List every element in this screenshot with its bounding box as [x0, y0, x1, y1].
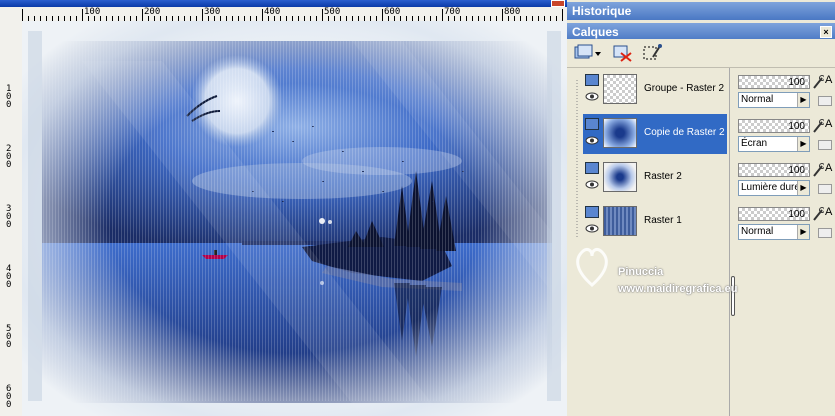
layer-thumbnail: [603, 162, 637, 192]
blend-mode-value: Lumière dure: [741, 182, 800, 193]
ruler-left-label: 300: [6, 204, 12, 230]
layer-props: 100 A Lumière dure ▶: [736, 160, 835, 202]
watermark: Pinuccia www.maidiregrafica.eu: [572, 238, 772, 298]
layer-row[interactable]: Groupe - Raster 2: [583, 70, 727, 110]
layer-row[interactable]: Raster 2: [583, 158, 727, 198]
opacity-value: 100: [788, 121, 805, 132]
layer-type-icon[interactable]: [585, 118, 599, 130]
eye-icon[interactable]: [585, 180, 599, 189]
ruler-top-label: 600: [384, 7, 401, 17]
layer-name: Raster 1: [644, 215, 682, 226]
opacity-value: 100: [788, 209, 805, 220]
layer-name: Raster 2: [644, 171, 682, 182]
ruler-top-label: 700: [444, 7, 461, 17]
ruler-left: 100 200 300 400 500 600: [0, 21, 23, 416]
image-window[interactable]: 100 200 300 400 500 600 700 800 100 200 …: [0, 0, 567, 416]
ruler-left-label: 400: [6, 264, 12, 290]
mask-icon[interactable]: [641, 43, 663, 63]
link-icon[interactable]: [818, 228, 832, 238]
layers-panel-title: Calques: [572, 25, 619, 39]
ruler-top-label: 400: [264, 7, 281, 17]
layer-props: 100 A Écran ▶: [736, 116, 835, 158]
link-icon[interactable]: [818, 140, 832, 150]
opacity-slider[interactable]: 100: [738, 119, 810, 133]
layer-type-icon[interactable]: [585, 162, 599, 174]
chevron-right-icon: ▶: [797, 93, 809, 107]
panels-column: Historique Calques × Groupe - Raster 2 C…: [567, 0, 835, 416]
watermark-name: Pinuccia: [618, 266, 664, 278]
new-layer-icon[interactable]: [573, 43, 601, 63]
ruler-left-label: 200: [6, 144, 12, 170]
chevron-right-icon: ▶: [797, 181, 809, 195]
brush-lock-icon[interactable]: [812, 206, 824, 222]
ruler-top-label: 800: [504, 7, 521, 17]
layers-toolbar: [567, 39, 835, 68]
window-title-bar[interactable]: [0, 0, 567, 7]
history-panel-title: Historique: [572, 4, 632, 18]
opacity-value: 100: [788, 165, 805, 176]
props-letter: A: [825, 74, 833, 86]
opacity-value: 100: [788, 77, 805, 88]
ruler-corner: [0, 7, 23, 22]
link-icon[interactable]: [818, 184, 832, 194]
blend-mode-value: Normal: [741, 94, 774, 105]
close-button[interactable]: [551, 0, 565, 7]
eye-icon[interactable]: [585, 136, 599, 145]
blend-mode-select[interactable]: Écran ▶: [738, 136, 810, 152]
ruler-left-label: 500: [6, 324, 12, 350]
ruler-top-label: 200: [144, 7, 161, 17]
layer-thumbnail: [603, 206, 637, 236]
brush-lock-icon[interactable]: [812, 162, 824, 178]
opacity-slider[interactable]: 100: [738, 163, 810, 177]
props-letter: A: [825, 206, 833, 218]
chevron-right-icon: ▶: [797, 137, 809, 151]
layer-row[interactable]: Raster 1: [583, 202, 727, 242]
ruler-top-ticks: [22, 9, 563, 21]
layer-type-icon[interactable]: [585, 206, 599, 218]
blend-mode-select[interactable]: Lumière dure ▶: [738, 180, 810, 196]
link-icon[interactable]: [818, 96, 832, 106]
opacity-slider[interactable]: 100: [738, 207, 810, 221]
blend-mode-value: Normal: [741, 226, 774, 237]
blend-mode-value: Écran: [741, 138, 768, 149]
layer-thumbnail: [603, 74, 637, 104]
delete-layer-icon[interactable]: [611, 43, 633, 63]
eye-icon[interactable]: [585, 224, 599, 233]
layer-row-selected[interactable]: Copie de Raster 2: [583, 114, 727, 154]
history-panel-header[interactable]: Historique: [567, 2, 835, 20]
props-letter: A: [825, 162, 833, 174]
brush-lock-icon[interactable]: [812, 118, 824, 134]
layer-name: Groupe - Raster 2: [644, 83, 725, 94]
ruler-top-label: 500: [324, 7, 341, 17]
heart-logo-icon: [576, 247, 608, 287]
brush-lock-icon[interactable]: [812, 74, 824, 90]
landscape-artwork: [22, 21, 567, 416]
eye-icon[interactable]: [585, 92, 599, 101]
opacity-slider[interactable]: 100: [738, 75, 810, 89]
ruler-top: 100 200 300 400 500 600 700 800: [22, 7, 567, 22]
ruler-left-label: 600: [6, 384, 12, 410]
layer-name: Copie de Raster 2: [644, 127, 725, 138]
ruler-top-label: 100: [84, 7, 101, 17]
canvas-image[interactable]: [22, 21, 567, 416]
layer-thumbnail: [603, 118, 637, 148]
blend-mode-select[interactable]: Normal ▶: [738, 92, 810, 108]
ruler-left-label: 100: [6, 84, 12, 110]
layer-props: 100 A Normal ▶: [736, 72, 835, 114]
chevron-right-icon: ▶: [797, 225, 809, 239]
watermark-url: www.maidiregrafica.eu: [618, 283, 738, 295]
close-icon[interactable]: ×: [820, 26, 832, 38]
ruler-top-label: 300: [204, 7, 221, 17]
props-letter: A: [825, 118, 833, 130]
layer-group-icon[interactable]: [585, 74, 599, 86]
